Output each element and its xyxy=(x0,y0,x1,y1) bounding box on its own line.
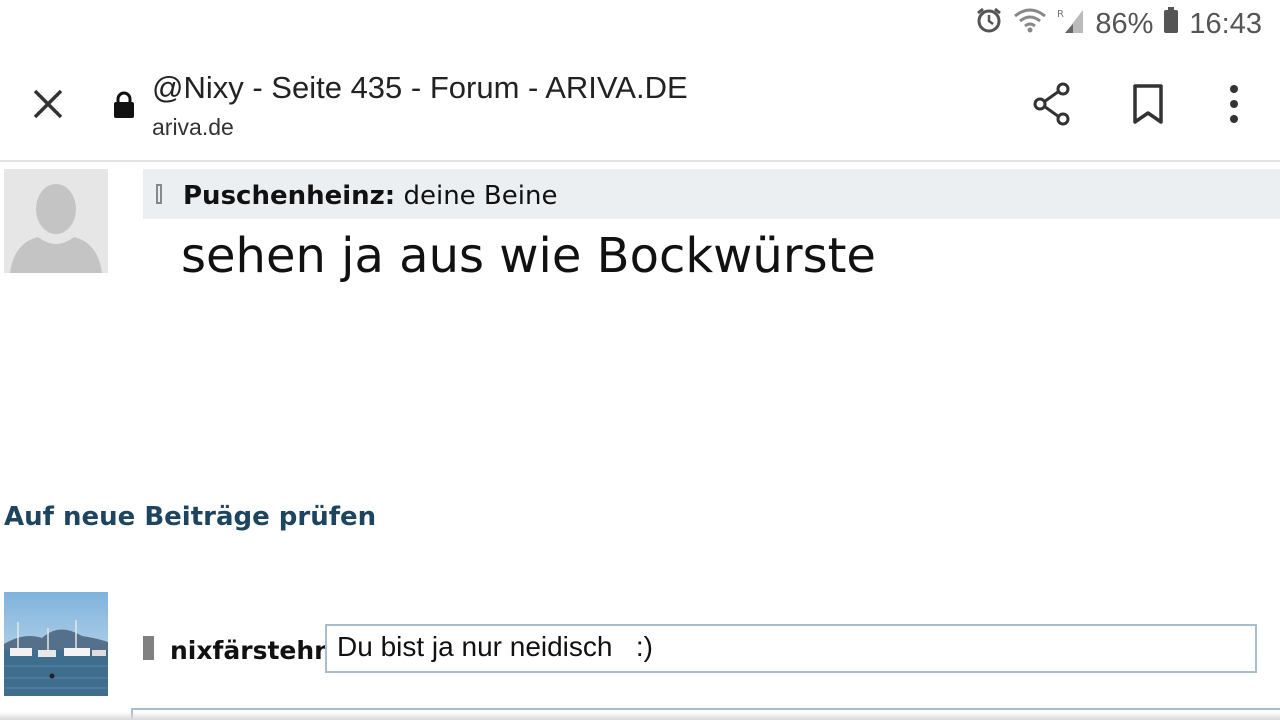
page-title: @Nixy - Seite 435 - Forum - ARIVA.DE xyxy=(152,70,688,105)
avatar[interactable] xyxy=(4,169,108,273)
lock-icon xyxy=(112,90,136,120)
harbor-photo-icon xyxy=(4,592,108,696)
more-vert-icon xyxy=(1230,85,1238,123)
battery-percent: 86% xyxy=(1095,7,1154,40)
post-body: sehen ja aus wie Bockwürste xyxy=(181,228,876,284)
status-icons: R 86% 16:43 xyxy=(975,6,1262,42)
bookmark-button[interactable] xyxy=(1122,78,1174,130)
more-options-button[interactable] xyxy=(1208,78,1260,130)
status-bar: R 86% 16:43 xyxy=(0,0,1280,48)
close-icon xyxy=(33,89,63,119)
svg-text:R: R xyxy=(1057,9,1064,20)
quote-text: deine Beine xyxy=(403,181,558,211)
alarm-icon xyxy=(975,6,1003,42)
battery-icon xyxy=(1163,7,1179,41)
default-avatar-icon xyxy=(4,169,108,273)
clock: 16:43 xyxy=(1189,7,1262,40)
browser-toolbar: @Nixy - Seite 435 - Forum - ARIVA.DE ari… xyxy=(0,48,1280,162)
share-button[interactable] xyxy=(1026,78,1078,130)
reply-username[interactable]: nixfärstehn: xyxy=(170,636,342,665)
share-icon xyxy=(1033,82,1070,126)
user-avatar-photo[interactable] xyxy=(4,592,108,696)
quote-line: Puschenheinz: deine Beine xyxy=(183,181,557,211)
bottom-shadow xyxy=(0,712,1280,720)
close-button[interactable] xyxy=(22,78,74,130)
quote-author[interactable]: Puschenheinz: xyxy=(183,181,395,211)
wifi-icon xyxy=(1013,7,1047,41)
check-new-posts-link[interactable]: Auf neue Beiträge prüfen xyxy=(4,502,376,532)
bookmark-icon xyxy=(1133,84,1163,124)
quote-marker-icon xyxy=(156,184,162,204)
signal-icon: R xyxy=(1057,6,1085,42)
reply-text-box[interactable]: Du bist ja nur neidisch :) xyxy=(325,624,1257,673)
page-domain: ariva.de xyxy=(152,114,234,140)
reply-marker xyxy=(143,636,154,660)
